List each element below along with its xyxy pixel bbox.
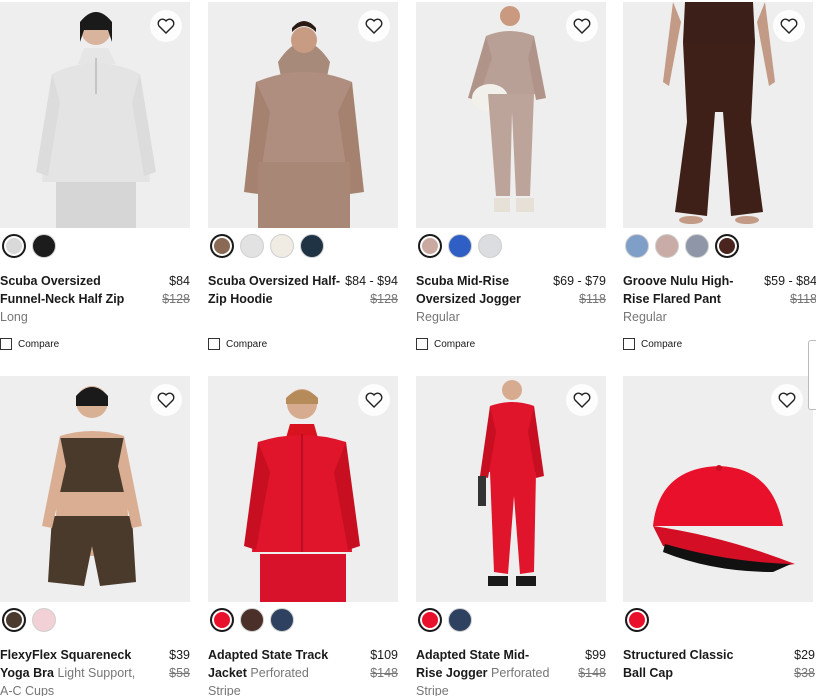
wishlist-heart-icon[interactable] bbox=[566, 10, 598, 42]
product-price: $69 - $79 $118 bbox=[553, 272, 606, 308]
sale-price: $29 bbox=[794, 648, 815, 662]
product-price: $39 $58 bbox=[169, 646, 190, 682]
compare-checkbox[interactable]: Compare bbox=[416, 338, 475, 350]
color-swatch[interactable] bbox=[210, 234, 234, 258]
product-name[interactable]: FlexyFlex Squareneck Yoga Bra Light Supp… bbox=[0, 646, 136, 696]
product-price: $84 - $94 $128 bbox=[345, 272, 398, 308]
color-swatch[interactable] bbox=[715, 234, 739, 258]
compare-checkbox[interactable]: Compare bbox=[623, 338, 682, 350]
original-price: $38 bbox=[794, 666, 815, 680]
product-price: $84 $128 bbox=[162, 272, 190, 308]
color-swatches bbox=[625, 608, 649, 632]
color-swatch[interactable] bbox=[655, 234, 679, 258]
sale-price: $39 bbox=[169, 648, 190, 662]
wishlist-heart-icon[interactable] bbox=[566, 384, 598, 416]
color-swatches bbox=[2, 234, 56, 258]
original-price: $118 bbox=[579, 292, 606, 306]
color-swatch[interactable] bbox=[270, 608, 294, 632]
sale-price: $84 bbox=[169, 274, 190, 288]
compare-label: Compare bbox=[226, 338, 268, 350]
color-swatch[interactable] bbox=[210, 608, 234, 632]
color-swatch[interactable] bbox=[418, 608, 442, 632]
color-swatch[interactable] bbox=[2, 608, 26, 632]
color-swatch[interactable] bbox=[478, 234, 502, 258]
color-swatch[interactable] bbox=[2, 234, 26, 258]
original-price: $58 bbox=[169, 666, 190, 680]
product-name[interactable]: Scuba Oversized Half-Zip Hoodie bbox=[208, 272, 344, 308]
original-price: $128 bbox=[162, 292, 190, 306]
original-price: $148 bbox=[370, 666, 398, 680]
wishlist-heart-icon[interactable] bbox=[150, 10, 182, 42]
color-swatch[interactable] bbox=[300, 234, 324, 258]
color-swatches bbox=[210, 234, 324, 258]
color-swatch[interactable] bbox=[32, 234, 56, 258]
compare-label: Compare bbox=[434, 338, 476, 350]
color-swatches bbox=[2, 608, 56, 632]
color-swatch[interactable] bbox=[448, 234, 472, 258]
color-swatch[interactable] bbox=[418, 234, 442, 258]
color-swatch[interactable] bbox=[270, 234, 294, 258]
product-variant: Regular bbox=[416, 310, 460, 324]
sale-price: $69 - $79 bbox=[553, 274, 606, 288]
original-price: $118 bbox=[790, 292, 816, 306]
product-price: $59 - $84 $118 bbox=[764, 272, 816, 308]
checkbox-icon[interactable] bbox=[208, 338, 220, 350]
sale-price: $109 bbox=[370, 648, 398, 662]
color-swatch[interactable] bbox=[625, 234, 649, 258]
wishlist-heart-icon[interactable] bbox=[150, 384, 182, 416]
original-price: $128 bbox=[370, 292, 398, 306]
checkbox-icon[interactable] bbox=[623, 338, 635, 350]
product-price: $99 $148 bbox=[578, 646, 606, 682]
product-name[interactable]: Groove Nulu High-Rise Flared Pant Regula… bbox=[623, 272, 759, 326]
product-name[interactable]: Adapted State Mid-Rise Jogger Perforated… bbox=[416, 646, 552, 696]
compare-checkbox[interactable]: Compare bbox=[208, 338, 267, 350]
color-swatches bbox=[418, 234, 502, 258]
color-swatch[interactable] bbox=[32, 608, 56, 632]
wishlist-heart-icon[interactable] bbox=[358, 384, 390, 416]
original-price: $148 bbox=[578, 666, 606, 680]
sale-price: $99 bbox=[585, 648, 606, 662]
color-swatch[interactable] bbox=[240, 234, 264, 258]
product-variant: Regular bbox=[623, 310, 667, 324]
compare-checkbox[interactable]: Compare bbox=[0, 338, 59, 350]
wishlist-heart-icon[interactable] bbox=[771, 384, 803, 416]
product-price: $29 $38 bbox=[794, 646, 815, 682]
product-variant: Long bbox=[0, 310, 28, 324]
color-swatches bbox=[210, 608, 294, 632]
feedback-tab[interactable] bbox=[808, 340, 816, 410]
wishlist-heart-icon[interactable] bbox=[773, 10, 805, 42]
product-name[interactable]: Scuba Mid-Rise Oversized Jogger Regular bbox=[416, 272, 552, 326]
color-swatch[interactable] bbox=[448, 608, 472, 632]
compare-label: Compare bbox=[641, 338, 683, 350]
sale-price: $84 - $94 bbox=[345, 274, 398, 288]
product-grid: Scuba Oversized Funnel-Neck Half Zip Lon… bbox=[0, 0, 816, 696]
color-swatch[interactable] bbox=[625, 608, 649, 632]
product-name[interactable]: Adapted State Track Jacket Perforated St… bbox=[208, 646, 344, 696]
product-name[interactable]: Structured Classic Ball Cap bbox=[623, 646, 759, 682]
compare-label: Compare bbox=[18, 338, 60, 350]
color-swatches bbox=[418, 608, 472, 632]
color-swatches bbox=[625, 234, 739, 258]
checkbox-icon[interactable] bbox=[416, 338, 428, 350]
color-swatch[interactable] bbox=[240, 608, 264, 632]
product-price: $109 $148 bbox=[370, 646, 398, 682]
sale-price: $59 - $84 bbox=[764, 274, 816, 288]
wishlist-heart-icon[interactable] bbox=[358, 10, 390, 42]
checkbox-icon[interactable] bbox=[0, 338, 12, 350]
product-name[interactable]: Scuba Oversized Funnel-Neck Half Zip Lon… bbox=[0, 272, 136, 326]
color-swatch[interactable] bbox=[685, 234, 709, 258]
